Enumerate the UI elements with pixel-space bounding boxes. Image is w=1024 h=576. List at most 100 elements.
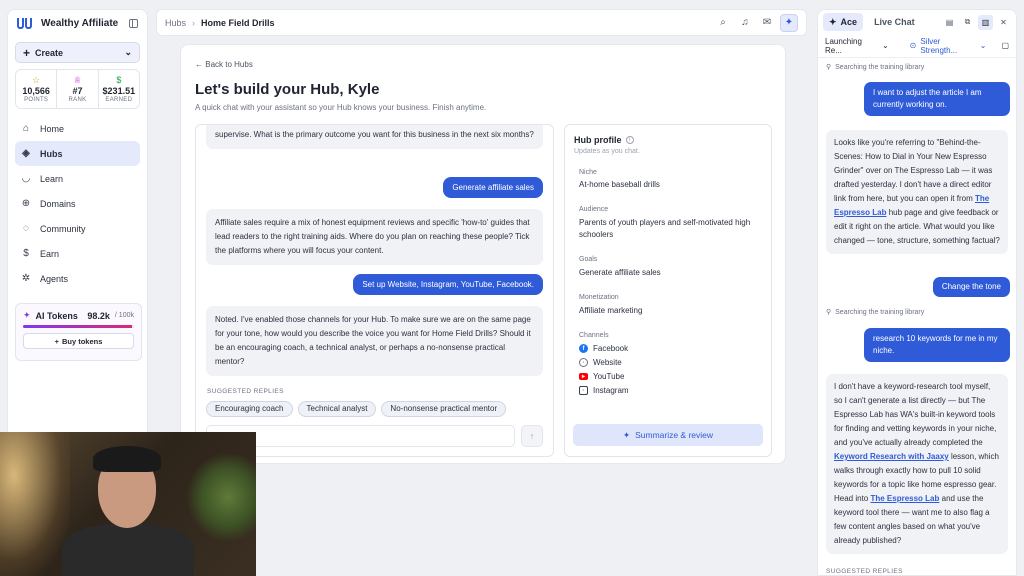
top-bar: Hubs › Home Field Drills ⌕ ♫ ✉ ✦: [156, 9, 807, 36]
suggested-reply-chip[interactable]: Encouraging coach: [206, 401, 293, 417]
goals-value: Generate affiliate sales: [579, 268, 661, 277]
dock-icon[interactable]: ▥: [978, 14, 993, 30]
ace-assistant-message: Looks like you're referring to "Behind-t…: [826, 130, 1008, 254]
channel-website: · Website: [579, 358, 622, 367]
sidebar-item-community[interactable]: ◌ Community: [15, 216, 140, 241]
search-icon[interactable]: ⌕: [714, 14, 732, 32]
create-button[interactable]: + Create ⌄: [15, 42, 140, 63]
sidebar-item-earn[interactable]: $ Earn: [15, 241, 140, 266]
dollar-icon: $: [23, 247, 29, 259]
buy-tokens-label: Buy tokens: [61, 336, 103, 346]
youtube-icon: ▸: [579, 373, 588, 380]
breadcrumb-current: Home Field Drills: [201, 17, 275, 28]
suggested-replies-label: SUGGESTED REPLIES: [207, 388, 284, 395]
summarize-review-button[interactable]: ✦ Summarize & review: [573, 424, 763, 446]
goals-label: Goals: [579, 256, 598, 263]
wa-logo-icon: [17, 17, 35, 29]
assistant-message: supervise. What is the primary outcome y…: [206, 125, 543, 149]
hub-profile-subtitle: Updates as you chat.: [574, 148, 640, 155]
sparkle-icon: ✦: [829, 16, 837, 27]
tokens-progress-fill: [23, 325, 132, 328]
sidebar-collapse-icon[interactable]: [129, 18, 138, 28]
globe-icon: ·: [579, 358, 588, 367]
assistant-message: Affiliate sales require a mix of honest …: [206, 209, 543, 265]
page-subtitle: A quick chat with your assistant so your…: [195, 103, 487, 112]
search-note-text: Searching the training library: [835, 308, 925, 316]
stats-panel: ☆ 10,566 POINTS ♕ #7 RANK $ $231.51 EARN…: [15, 69, 140, 109]
search-note: ⚲ Searching the training library: [826, 308, 925, 317]
sidebar-item-label: Domains: [40, 198, 76, 209]
popout-icon[interactable]: ⧉: [960, 15, 975, 30]
webcam-overlay: [0, 432, 256, 576]
back-to-hubs-link[interactable]: ← Back to Hubs: [195, 60, 253, 69]
send-arrow-icon[interactable]: ↑: [521, 425, 543, 447]
sidebar-item-label: Hubs: [40, 148, 63, 159]
sidebar-item-label: Earn: [40, 248, 60, 259]
ace-assistant-panel: ✦ Ace Live Chat ▤ ⧉ ▥ ✕ Launching Re... …: [817, 9, 1017, 576]
context-select-project[interactable]: Launching Re... ⌄: [825, 37, 889, 55]
sidebar-item-label: Home: [40, 123, 65, 134]
history-icon[interactable]: ▤: [942, 15, 957, 30]
new-chat-icon[interactable]: ▢: [1001, 41, 1009, 50]
sidebar-item-domains[interactable]: ⊕ Domains: [15, 191, 140, 216]
ace-suggested-replies-label: SUGGESTED REPLIES: [826, 568, 903, 575]
brand: Wealthy Affiliate: [8, 10, 147, 36]
sidebar-item-agents[interactable]: ✲ Agents: [15, 266, 140, 291]
search-note-text: Searching the training library: [835, 63, 925, 71]
chevron-right-icon: ›: [192, 17, 196, 28]
close-icon[interactable]: ✕: [996, 15, 1011, 30]
monetization-value: Affiliate marketing: [579, 306, 643, 315]
sidebar-item-learn[interactable]: ◡ Learn: [15, 166, 140, 191]
mail-icon[interactable]: ✉: [758, 14, 776, 32]
ace-tabs: ✦ Ace Live Chat ▤ ⧉ ▥ ✕: [818, 10, 1016, 34]
espresso-lab-link[interactable]: The Espresso Lab: [870, 494, 939, 503]
summarize-label: Summarize & review: [635, 430, 714, 440]
breadcrumb-root[interactable]: Hubs: [165, 18, 186, 28]
sidebar-item-hubs[interactable]: ◈ Hubs: [15, 141, 140, 166]
wrench-icon: ⚲: [826, 64, 832, 71]
tab-label: Live Chat: [874, 17, 915, 27]
tab-ace[interactable]: ✦ Ace: [823, 13, 864, 31]
sparkle-icon: ✦: [622, 429, 631, 440]
ai-tokens-card: ✦ AI Tokens 98.2k / 100k + Buy tokens: [15, 303, 142, 361]
hub-profile-title-text: Hub profile: [574, 135, 622, 145]
stat-rank: ♕ #7 RANK: [56, 70, 97, 108]
layers-icon: ◈: [22, 147, 30, 159]
tab-label: Ace: [840, 17, 858, 27]
channel-name: Instagram: [593, 386, 629, 395]
context-select-hub[interactable]: ⊙ Silver Strength... ⌄: [901, 33, 996, 59]
community-icon: ◌: [23, 222, 29, 234]
stat-earned: $ $231.51 EARNED: [97, 70, 139, 108]
channel-youtube: ▸ YouTube: [579, 372, 624, 381]
buy-tokens-button[interactable]: + Buy tokens: [23, 333, 134, 349]
page-title: Let's build your Hub, Kyle: [195, 81, 380, 98]
bell-icon[interactable]: ♫: [736, 14, 754, 32]
niche-value: At-home baseball drills: [579, 180, 660, 189]
plus-icon: +: [23, 45, 31, 60]
agents-icon: ✲: [21, 272, 31, 284]
ace-message-log: ⚲ Searching the training library I want …: [818, 58, 1016, 575]
sidebar-item-home[interactable]: ⌂ Home: [15, 116, 140, 141]
message-text: Looks like you're referring to "Behind-t…: [834, 138, 993, 203]
suggested-reply-chip[interactable]: Technical analyst: [297, 401, 377, 417]
learn-icon: ◡: [21, 172, 31, 184]
channel-instagram: ◦ Instagram: [579, 386, 629, 395]
instagram-icon: ◦: [579, 386, 588, 395]
audience-value: Parents of youth players and self-motiva…: [579, 218, 751, 239]
tab-live-chat[interactable]: Live Chat: [868, 13, 921, 31]
ai-sparkle-icon[interactable]: ✦: [780, 13, 798, 32]
brand-name: Wealthy Affiliate: [41, 17, 119, 29]
stat-label: EARNED: [105, 96, 133, 103]
home-icon: ⌂: [22, 122, 30, 134]
hub-profile-title: Hub profile i: [574, 135, 634, 145]
info-icon[interactable]: i: [625, 136, 634, 144]
ace-user-message: research 10 keywords for me in my niche.: [864, 328, 1010, 362]
channel-name: Facebook: [593, 344, 629, 353]
suggested-replies: Encouraging coach Technical analyst No-n…: [206, 401, 507, 417]
assistant-message: Noted. I've enabled those channels for y…: [206, 306, 543, 376]
user-message: Generate affiliate sales: [443, 177, 543, 198]
suggested-reply-chip[interactable]: No-nonsense practical mentor: [381, 401, 507, 417]
ace-user-message: I want to adjust the article I am curren…: [864, 82, 1010, 116]
keyword-research-link[interactable]: Keyword Research with Jaaxy: [834, 452, 949, 461]
chat-panel: supervise. What is the primary outcome y…: [195, 124, 554, 457]
